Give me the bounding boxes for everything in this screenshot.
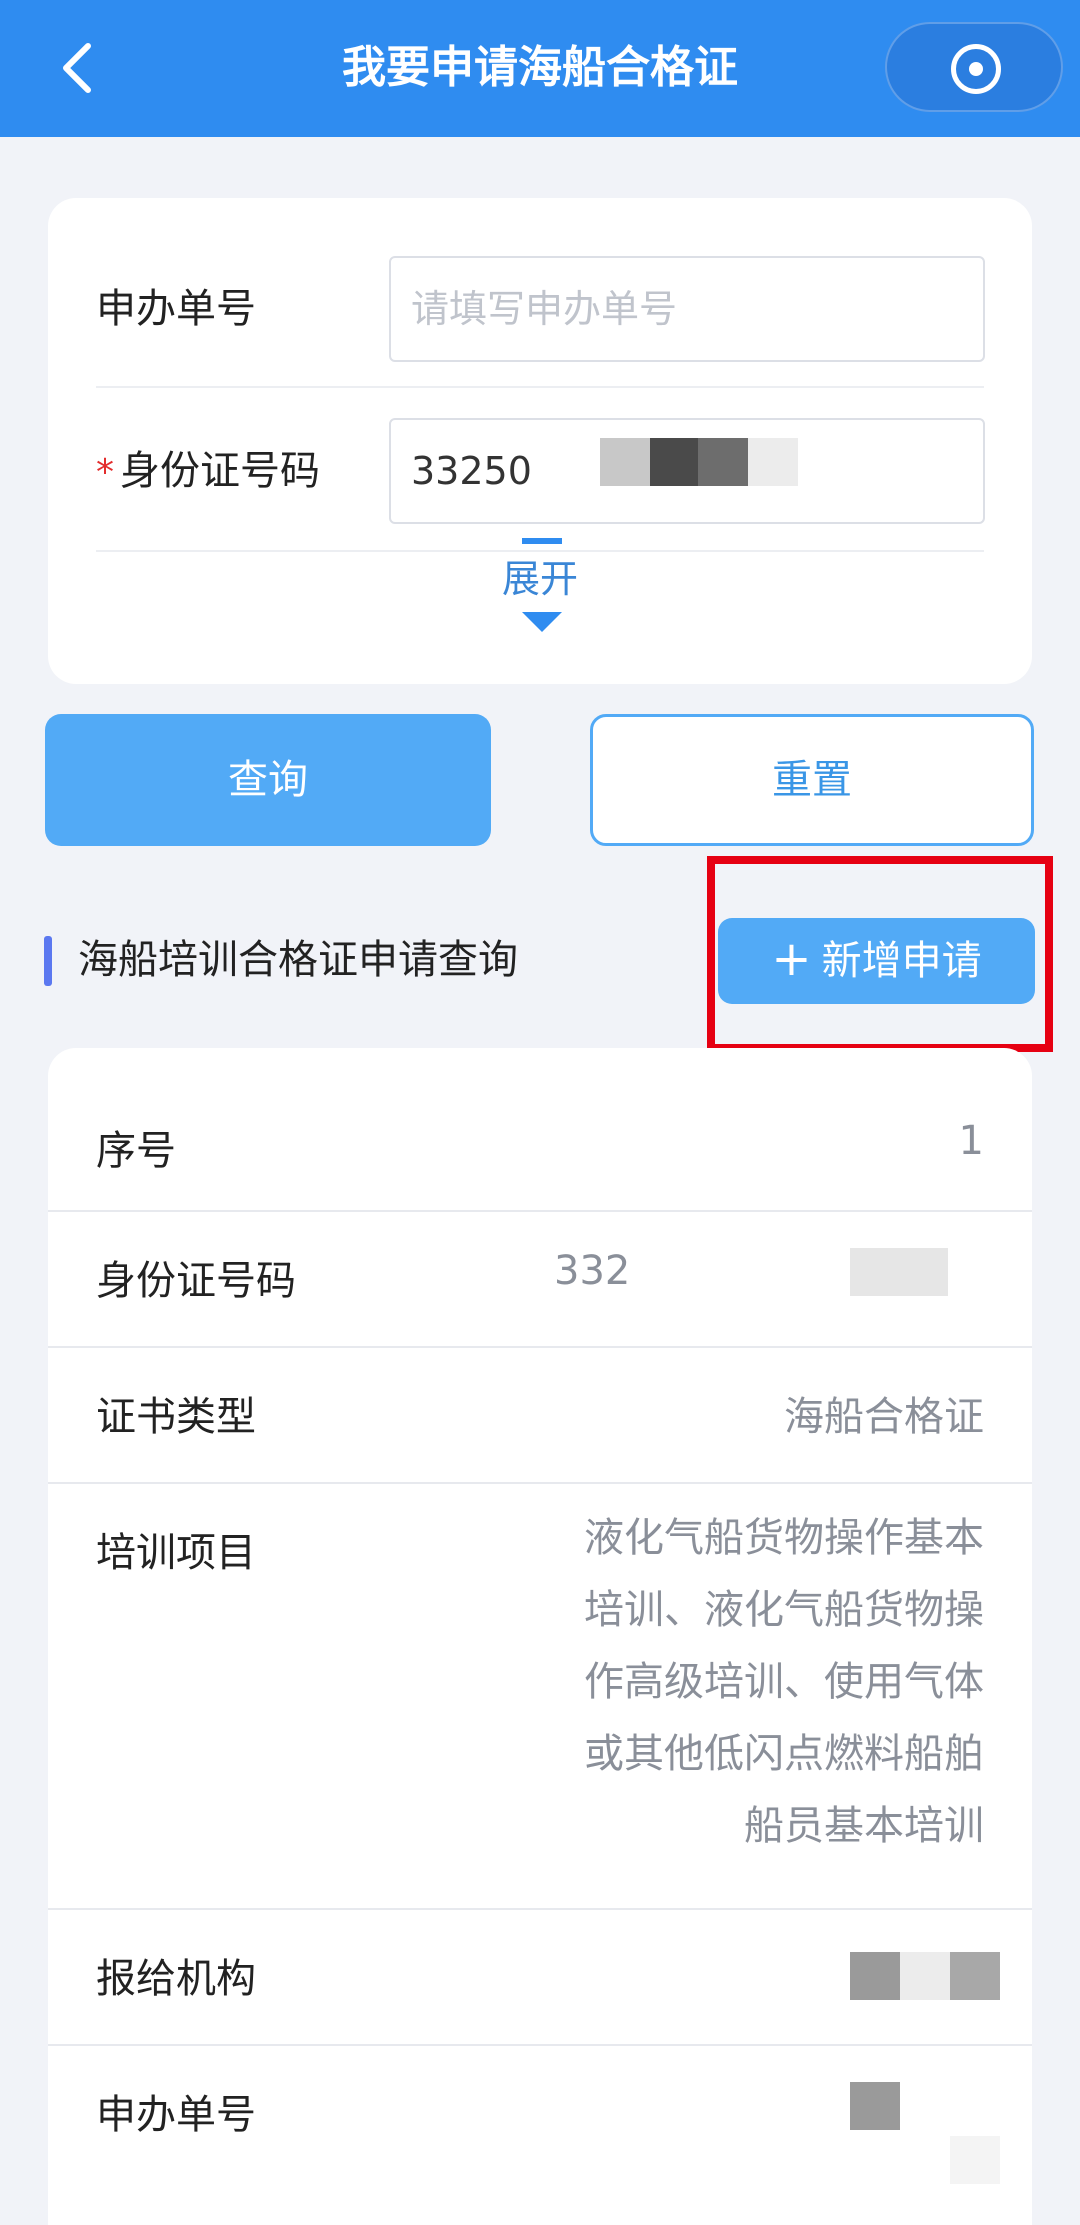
- privacy-mask: [600, 438, 650, 486]
- row-label: 证书类型: [96, 1394, 256, 1440]
- row-label: 申办单号: [96, 2092, 256, 2138]
- privacy-mask: [850, 1952, 900, 2000]
- table-row: 序号 1: [48, 1048, 1032, 1210]
- id-no-value: 33250: [411, 449, 532, 493]
- privacy-mask: [950, 2136, 1000, 2184]
- table-row: 身份证号码 332: [48, 1212, 1032, 1346]
- required-mark: *: [96, 452, 114, 493]
- id-no-label: * 身份证号码: [96, 438, 320, 496]
- order-no-input[interactable]: 请填写申办单号: [389, 256, 985, 362]
- privacy-mask: [850, 2082, 900, 2130]
- target-circle-icon[interactable]: [951, 44, 1001, 94]
- privacy-mask: [698, 438, 748, 486]
- section-accent-bar: [44, 936, 52, 986]
- row-value: 332: [554, 1248, 631, 1294]
- row-label: 序号: [96, 1128, 176, 1174]
- row-label: 培训项目: [96, 1530, 256, 1576]
- privacy-mask: [650, 438, 698, 486]
- record-card: 序号 1 身份证号码 332 证书类型 海船合格证 培训项目 液化气船货物操作基…: [48, 1048, 1032, 2225]
- table-row: 报给机构: [48, 1910, 1032, 2044]
- search-form-card: 申办单号 请填写申办单号 * 身份证号码 33250 展开: [48, 198, 1032, 684]
- section-title: 海船培训合格证申请查询: [78, 937, 518, 983]
- expand-toggle[interactable]: 展开: [48, 548, 1032, 603]
- expand-indicator: [522, 538, 562, 544]
- miniapp-capsule-button[interactable]: [885, 22, 1063, 112]
- query-button[interactable]: 查询: [45, 714, 491, 846]
- privacy-mask: [850, 1248, 948, 1296]
- expand-triangle-icon[interactable]: [522, 612, 562, 632]
- row-value: 1: [958, 1118, 984, 1164]
- order-no-placeholder: 请填写申办单号: [411, 287, 678, 331]
- privacy-mask: [748, 438, 798, 486]
- row-value: 海船合格证: [784, 1394, 984, 1440]
- privacy-mask: [900, 1952, 950, 2000]
- id-no-label-text: 身份证号码: [120, 448, 320, 494]
- annotation-highlight-box: [707, 856, 1053, 1052]
- table-row: 培训项目 液化气船货物操作基本培训、液化气船货物操作高级培训、使用气体或其他低闪…: [48, 1484, 1032, 1908]
- row-value: 液化气船货物操作基本培训、液化气船货物操作高级培训、使用气体或其他低闪点燃料船舶…: [584, 1515, 984, 1849]
- table-row: 申办单号: [48, 2046, 1032, 2225]
- privacy-mask: [950, 1952, 1000, 2000]
- form-divider: [96, 386, 984, 388]
- table-row: 证书类型 海船合格证: [48, 1348, 1032, 1482]
- nav-bar: 我要申请海船合格证: [0, 0, 1080, 137]
- order-no-label: 申办单号: [96, 286, 256, 332]
- row-label: 报给机构: [96, 1956, 256, 2002]
- row-label: 身份证号码: [96, 1258, 296, 1304]
- reset-button[interactable]: 重置: [590, 714, 1034, 846]
